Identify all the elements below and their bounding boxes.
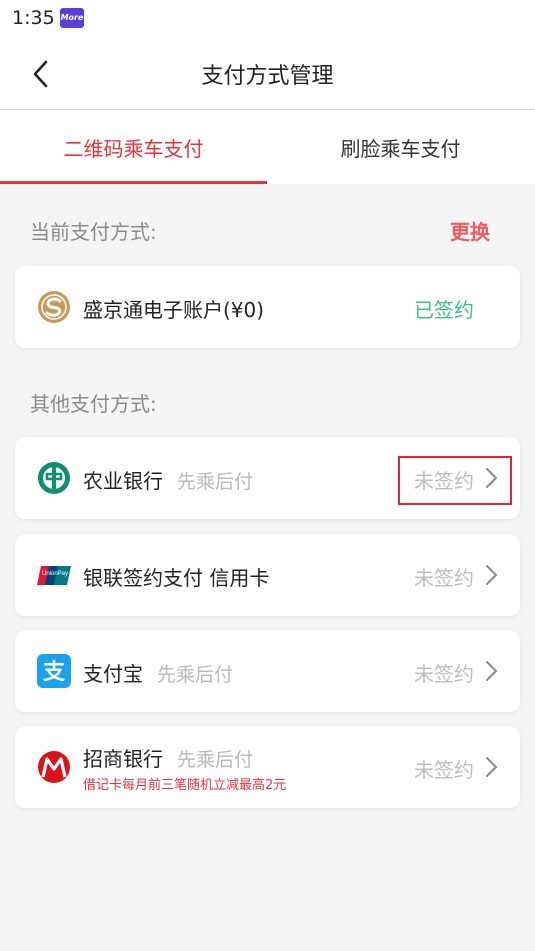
current-method-status: 已签约 — [414, 298, 474, 322]
active-tab-indicator — [0, 181, 267, 184]
page-title: 支付方式管理 — [201, 64, 334, 89]
method-subtitle: 先乘后付 — [177, 471, 254, 493]
cmb-logo-icon — [38, 751, 70, 783]
other-methods-label: 其他支付方式: — [30, 392, 157, 416]
current-method-label: 当前支付方式: — [30, 220, 157, 244]
alipay-logo-icon: 支 — [37, 654, 71, 688]
method-status: 未签约 — [414, 662, 474, 686]
method-name: 支付宝 先乘后付 — [83, 658, 233, 687]
svg-text:支: 支 — [43, 660, 66, 685]
chevron-right-icon — [486, 565, 497, 585]
method-title: 招商银行 — [83, 747, 163, 771]
status-bar: 1:35 More — [0, 0, 535, 38]
abc-bank-logo-icon — [38, 462, 70, 494]
method-title: 支付宝 — [83, 662, 143, 686]
method-card-alipay[interactable]: 支 支付宝 先乘后付 未签约 — [15, 630, 520, 712]
status-time: 1:35 — [12, 7, 55, 29]
tab-qrcode-payment[interactable]: 二维码乘车支付 — [0, 110, 267, 184]
more-app-badge-icon: More — [60, 8, 84, 28]
method-name: 农业银行 先乘后付 — [83, 465, 253, 494]
method-subtitle: 先乘后付 — [157, 664, 234, 686]
method-title: 银联签约支付 信用卡 — [83, 566, 270, 590]
chevron-right-icon — [486, 661, 497, 681]
tab-bar: 二维码乘车支付 刷脸乘车支付 — [0, 110, 535, 184]
method-name: 招商银行 先乘后付 — [83, 743, 253, 772]
change-method-button[interactable]: 更换 — [450, 216, 490, 245]
current-method-name: 盛京通电子账户(¥0) — [83, 298, 265, 322]
method-card-cmb[interactable]: 招商银行 先乘后付 借记卡每月前三笔随机立减最高2元 未签约 — [15, 726, 520, 808]
method-status: 未签约 — [414, 758, 474, 782]
current-method-card[interactable]: 盛京通电子账户(¥0) 已签约 — [15, 266, 520, 348]
unionpay-logo-icon: UnionPay 银联 — [37, 566, 71, 585]
shengjingtong-logo-icon — [38, 291, 70, 323]
highlight-box — [398, 456, 512, 505]
svg-text:UnionPay 银联: UnionPay 银联 — [42, 569, 71, 577]
chevron-right-icon — [486, 757, 497, 777]
method-promo-text: 借记卡每月前三笔随机立减最高2元 — [83, 778, 287, 793]
method-status: 未签约 — [414, 566, 474, 590]
method-card-unionpay[interactable]: UnionPay 银联 银联签约支付 信用卡 未签约 — [15, 534, 520, 616]
method-title: 农业银行 — [83, 469, 163, 493]
method-name: 银联签约支付 信用卡 — [83, 562, 269, 591]
method-subtitle: 先乘后付 — [177, 749, 254, 771]
nav-bar: 支付方式管理 — [0, 38, 535, 110]
tab-face-payment[interactable]: 刷脸乘车支付 — [267, 110, 534, 184]
